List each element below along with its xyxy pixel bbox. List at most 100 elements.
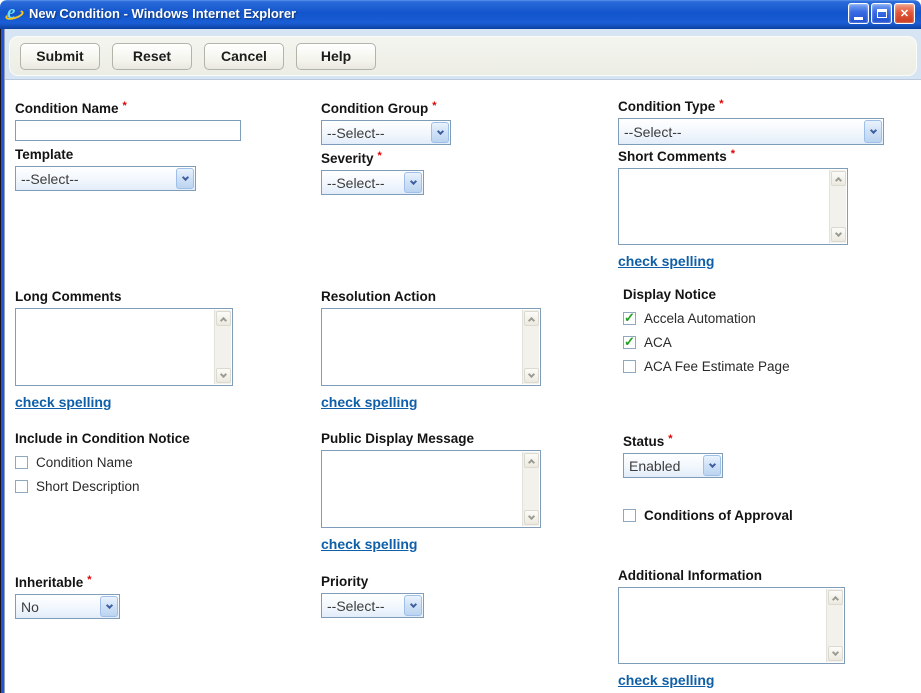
- dropdown-arrow-icon[interactable]: [864, 120, 882, 143]
- scrollbar[interactable]: [829, 170, 846, 243]
- checkbox-row-aca[interactable]: ACA: [623, 335, 790, 350]
- minimize-icon: [854, 17, 863, 20]
- internet-explorer-icon: e: [6, 5, 24, 23]
- display-notice-label: Display Notice: [623, 287, 716, 302]
- scroll-down-icon[interactable]: [216, 368, 231, 383]
- checkbox-row-short-description[interactable]: Short Description: [15, 479, 190, 494]
- required-marker: *: [87, 574, 91, 586]
- cancel-button[interactable]: Cancel: [204, 43, 284, 70]
- field-condition-group: Condition Group* --Select--: [321, 100, 451, 145]
- check-spelling-link[interactable]: check spelling: [618, 253, 714, 269]
- field-resolution-action: Resolution Action check spelling: [321, 289, 541, 412]
- scroll-up-icon[interactable]: [524, 453, 539, 468]
- public-display-message-label: Public Display Message: [321, 431, 474, 446]
- scroll-up-icon[interactable]: [524, 311, 539, 326]
- condition-group-select[interactable]: --Select--: [321, 120, 451, 145]
- maximize-icon: [877, 9, 887, 18]
- field-status: Status * Enabled: [623, 433, 723, 478]
- condition-group-label: Condition Group: [321, 101, 428, 116]
- dropdown-arrow-icon[interactable]: [404, 172, 422, 193]
- scroll-down-icon[interactable]: [524, 368, 539, 383]
- accela-automation-checkbox[interactable]: [623, 312, 636, 325]
- short-comments-label: Short Comments: [618, 149, 727, 164]
- field-inheritable: Inheritable* No: [15, 574, 120, 619]
- template-label: Template: [15, 147, 73, 162]
- inheritable-select[interactable]: No: [15, 594, 120, 619]
- required-marker: *: [668, 433, 672, 445]
- status-label: Status: [623, 434, 664, 449]
- scroll-down-icon[interactable]: [524, 510, 539, 525]
- checkbox-row-accela-automation[interactable]: Accela Automation: [623, 311, 790, 326]
- scrollbar[interactable]: [522, 310, 539, 384]
- condition-name-input[interactable]: [15, 120, 241, 141]
- help-button[interactable]: Help: [296, 43, 376, 70]
- public-display-message-textarea[interactable]: [321, 450, 541, 528]
- scrollbar[interactable]: [826, 589, 843, 662]
- severity-select[interactable]: --Select--: [321, 170, 424, 195]
- check-spelling-link[interactable]: check spelling: [15, 394, 111, 410]
- ie-dialog-window: e New Condition - Windows Internet Explo…: [0, 0, 921, 693]
- check-spelling-link[interactable]: check spelling: [321, 536, 417, 552]
- scroll-down-icon[interactable]: [828, 646, 843, 661]
- required-marker: *: [378, 150, 382, 162]
- priority-select[interactable]: --Select--: [321, 593, 424, 618]
- close-button[interactable]: ✕: [894, 3, 915, 24]
- short-comments-textarea[interactable]: [618, 168, 848, 245]
- scroll-down-icon[interactable]: [831, 227, 846, 242]
- checkbox-row-conditions-of-approval[interactable]: Conditions of Approval: [623, 508, 793, 523]
- status-select[interactable]: Enabled: [623, 453, 723, 478]
- toolbar-panel: Submit Reset Cancel Help: [9, 36, 917, 76]
- field-long-comments: Long Comments check spelling: [15, 289, 233, 412]
- field-condition-name: Condition Name*: [15, 100, 241, 141]
- dropdown-arrow-icon[interactable]: [703, 455, 721, 476]
- severity-label: Severity: [321, 151, 374, 166]
- resolution-action-textarea[interactable]: [321, 308, 541, 386]
- dropdown-arrow-icon[interactable]: [404, 595, 422, 616]
- window-controls: ✕: [848, 3, 915, 24]
- long-comments-label: Long Comments: [15, 289, 122, 304]
- priority-selected-value: --Select--: [322, 598, 403, 614]
- field-template: Template --Select--: [15, 147, 196, 191]
- title-bar: e New Condition - Windows Internet Explo…: [0, 0, 921, 29]
- priority-label: Priority: [321, 574, 368, 589]
- form-content: Condition Name* Template --Select-- Long…: [5, 80, 921, 693]
- condition-name-label: Condition Name: [15, 101, 119, 116]
- scroll-up-icon[interactable]: [216, 311, 231, 326]
- required-marker: *: [719, 98, 723, 110]
- aca-checkbox[interactable]: [623, 336, 636, 349]
- scroll-up-icon[interactable]: [828, 590, 843, 605]
- conditions-of-approval-checkbox[interactable]: [623, 509, 636, 522]
- scrollbar[interactable]: [214, 310, 231, 384]
- minimize-button[interactable]: [848, 3, 869, 24]
- field-condition-type: Condition Type* --Select--: [618, 98, 884, 145]
- severity-selected-value: --Select--: [322, 175, 403, 191]
- reset-button[interactable]: Reset: [112, 43, 192, 70]
- condition-name-checkbox[interactable]: [15, 456, 28, 469]
- check-spelling-link[interactable]: check spelling: [618, 672, 714, 688]
- aca-fee-estimate-page-checkbox[interactable]: [623, 360, 636, 373]
- dropdown-arrow-icon[interactable]: [176, 168, 194, 189]
- maximize-button[interactable]: [871, 3, 892, 24]
- field-include-in-condition-notice: Include in Condition Notice Condition Na…: [15, 431, 190, 494]
- template-select[interactable]: --Select--: [15, 166, 196, 191]
- additional-information-textarea[interactable]: [618, 587, 845, 664]
- check-spelling-link[interactable]: check spelling: [321, 394, 417, 410]
- checkbox-row-condition-name[interactable]: Condition Name: [15, 455, 190, 470]
- scroll-up-icon[interactable]: [831, 171, 846, 186]
- dropdown-arrow-icon[interactable]: [100, 596, 118, 617]
- condition-group-selected-value: --Select--: [322, 125, 430, 141]
- inheritable-selected-value: No: [16, 599, 99, 615]
- required-marker: *: [731, 148, 735, 160]
- checkbox-row-aca-fee-estimate-page[interactable]: ACA Fee Estimate Page: [623, 359, 790, 374]
- status-selected-value: Enabled: [624, 458, 702, 474]
- scrollbar[interactable]: [522, 452, 539, 526]
- field-additional-information: Additional Information check spelling: [618, 568, 845, 690]
- submit-button[interactable]: Submit: [20, 43, 100, 70]
- long-comments-textarea[interactable]: [15, 308, 233, 386]
- dropdown-arrow-icon[interactable]: [431, 122, 449, 143]
- short-description-checkbox[interactable]: [15, 480, 28, 493]
- condition-type-selected-value: --Select--: [619, 124, 863, 140]
- additional-information-label: Additional Information: [618, 568, 762, 583]
- condition-type-select[interactable]: --Select--: [618, 118, 884, 145]
- field-public-display-message: Public Display Message check spelling: [321, 431, 541, 554]
